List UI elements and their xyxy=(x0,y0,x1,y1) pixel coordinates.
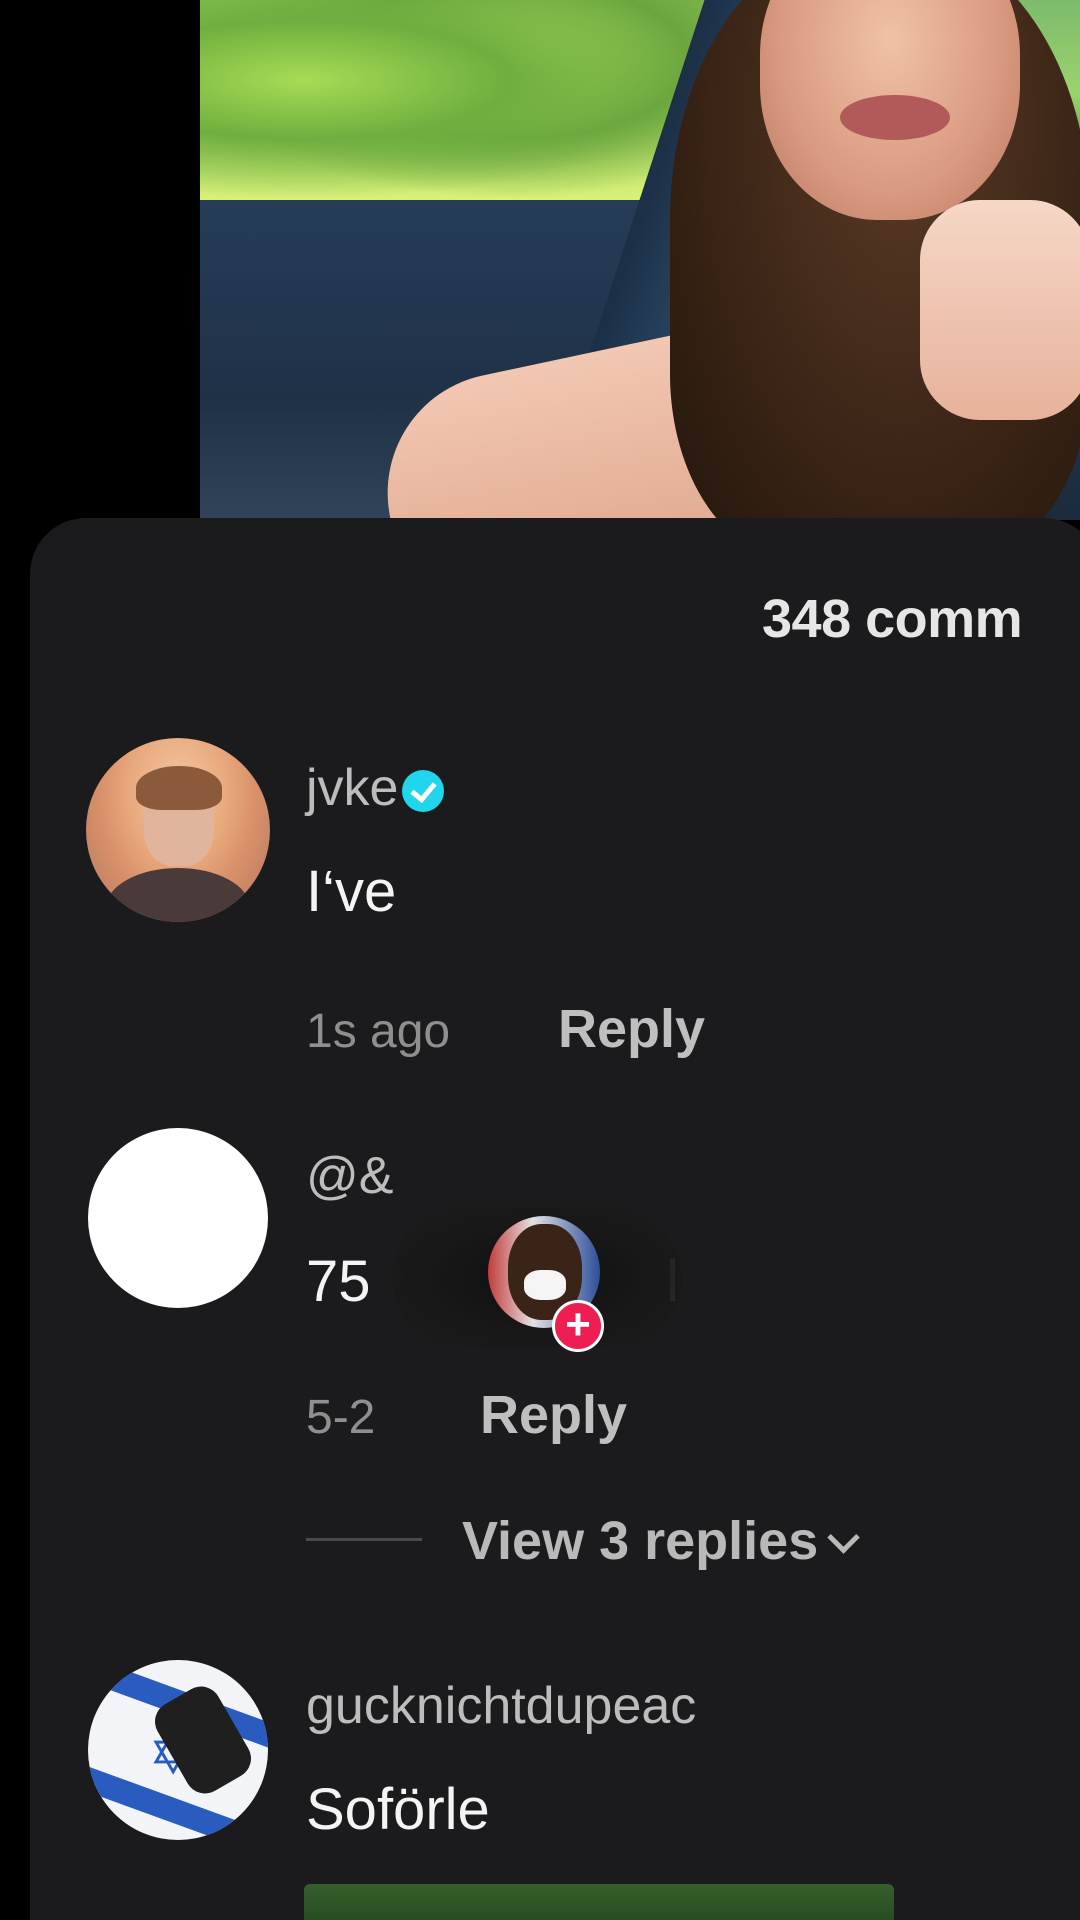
follow-plus-icon[interactable]: + xyxy=(552,1300,604,1352)
comment-avatar-jvke[interactable] xyxy=(86,738,270,922)
video-person-hand xyxy=(920,200,1080,420)
comment-text: Soförle xyxy=(306,1777,490,1842)
comment-username[interactable]: gucknichtdupeac xyxy=(306,1676,696,1736)
comment-timestamp: 1s ago xyxy=(306,1005,451,1058)
replies-divider-line xyxy=(306,1538,422,1541)
app-screen: 348 comm jvke I‘ve 1s ago Reply @& 75 l … xyxy=(0,0,1080,1920)
video-person-mouth xyxy=(840,95,950,140)
next-comment-image-preview xyxy=(304,1884,894,1920)
avatar-hair xyxy=(136,766,222,810)
reply-button[interactable]: Reply xyxy=(480,1384,627,1446)
comment-avatar-blank[interactable] xyxy=(88,1128,268,1308)
comment-username-text: jvke xyxy=(306,759,399,817)
video-player[interactable] xyxy=(200,0,1080,520)
comment-avatar-flag[interactable]: ✡ xyxy=(88,1660,268,1840)
reply-button[interactable]: Reply xyxy=(558,998,705,1060)
verified-badge-icon xyxy=(402,770,445,813)
comments-count-title: 348 comm xyxy=(762,589,1023,649)
comment-text: 75 xyxy=(306,1249,371,1314)
comment-text: I‘ve xyxy=(306,859,397,924)
view-replies-button[interactable]: View 3 replies xyxy=(462,1510,860,1572)
view-replies-label: View 3 replies xyxy=(462,1511,819,1571)
comment-timestamp: 5-2 xyxy=(306,1391,376,1444)
comment-username[interactable]: @& xyxy=(306,1146,393,1206)
avatar-body xyxy=(106,868,250,922)
video-background-trees xyxy=(200,0,720,200)
comment-username[interactable]: jvke xyxy=(306,758,445,818)
chevron-down-icon xyxy=(827,1521,860,1554)
avatar-mouth xyxy=(524,1270,566,1300)
